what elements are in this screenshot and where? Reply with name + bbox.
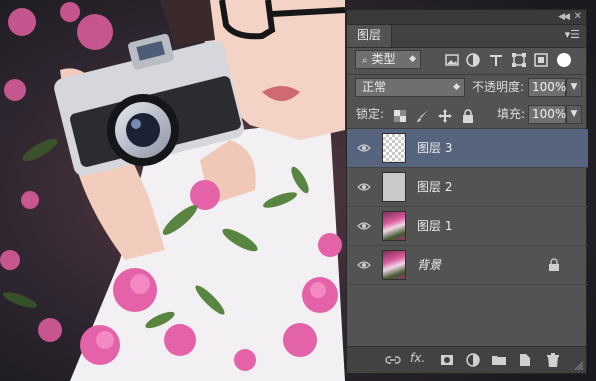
image-filter-icon[interactable] bbox=[444, 52, 460, 68]
fill-label: 填充: bbox=[497, 107, 526, 121]
layer-row[interactable]: 图层 3 bbox=[347, 129, 588, 168]
lock-move-icon[interactable] bbox=[437, 108, 453, 124]
layer-name[interactable]: 图层 3 bbox=[417, 129, 452, 167]
layer-row[interactable]: 背景 bbox=[347, 246, 588, 285]
chevron-down-icon: ▼ bbox=[570, 109, 578, 119]
chevron-down-icon: ▼ bbox=[570, 82, 578, 92]
blend-row: 正常 ◆ 不透明度: 100% ▼ bbox=[347, 75, 586, 101]
new-layer-icon[interactable] bbox=[517, 352, 533, 368]
eye-icon[interactable] bbox=[357, 141, 371, 155]
layers-list: 图层 3 图层 2 图层 1 背景 bbox=[347, 129, 588, 285]
filter-row: ⌕ 类型 ◆ bbox=[347, 47, 586, 73]
lock-transparent-icon[interactable] bbox=[392, 108, 408, 124]
blend-mode-select[interactable]: 正常 ◆ bbox=[355, 78, 465, 97]
adjustment-filter-icon[interactable] bbox=[465, 52, 481, 68]
close-icon[interactable]: ✕ bbox=[574, 10, 582, 24]
resize-grip-icon[interactable] bbox=[574, 361, 584, 371]
filter-toggle[interactable] bbox=[557, 53, 571, 67]
lock-paint-icon[interactable] bbox=[415, 108, 431, 124]
fx-icon[interactable]: fx. bbox=[410, 351, 425, 365]
lock-all-icon[interactable] bbox=[460, 108, 476, 124]
layer-thumbnail bbox=[382, 250, 406, 280]
search-icon: ⌕ bbox=[362, 55, 368, 66]
layer-thumbnail bbox=[382, 133, 406, 163]
opacity-input[interactable]: 100% bbox=[528, 78, 566, 97]
eye-icon[interactable] bbox=[357, 180, 371, 194]
adjustment-layer-icon[interactable] bbox=[465, 352, 481, 368]
updown-icon: ◆ bbox=[453, 82, 460, 92]
layer-name[interactable]: 图层 1 bbox=[417, 207, 452, 245]
filter-kind-select[interactable]: ⌕ 类型 ◆ bbox=[355, 50, 421, 69]
panel-menu-icon[interactable]: ▾☰ bbox=[565, 28, 580, 42]
collapse-icon[interactable]: ◀◀ bbox=[558, 10, 570, 24]
updown-icon: ◆ bbox=[409, 54, 416, 64]
blend-mode-value: 正常 bbox=[362, 80, 387, 94]
lock-label: 锁定: bbox=[356, 107, 385, 121]
panel-top-strip: ◀◀ ✕ bbox=[347, 10, 586, 25]
add-mask-icon[interactable] bbox=[439, 352, 455, 368]
new-group-icon[interactable] bbox=[491, 352, 507, 368]
eye-icon[interactable] bbox=[357, 219, 371, 233]
eye-icon[interactable] bbox=[357, 258, 371, 272]
smart-object-filter-icon[interactable] bbox=[533, 52, 549, 68]
filter-kind-label: 类型 bbox=[371, 52, 396, 66]
layers-panel: ◀◀ ✕ 图层 ▾☰ ⌕ 类型 ◆ 正常 ◆ 不透明度: 100% ▼ 锁定: bbox=[346, 9, 588, 374]
lock-icon bbox=[549, 258, 559, 271]
fill-dropdown[interactable]: ▼ bbox=[566, 105, 582, 124]
panel-tab-bar: 图层 ▾☰ bbox=[347, 25, 586, 48]
layer-name[interactable]: 图层 2 bbox=[417, 168, 452, 206]
type-filter-icon[interactable] bbox=[488, 52, 504, 68]
opacity-label: 不透明度: bbox=[472, 80, 525, 94]
delete-layer-icon[interactable] bbox=[545, 352, 561, 368]
layer-thumbnail bbox=[382, 211, 406, 241]
lock-row: 锁定: 填充: 100% ▼ bbox=[347, 102, 586, 128]
panel-footer: fx. bbox=[347, 346, 586, 373]
opacity-dropdown[interactable]: ▼ bbox=[566, 78, 582, 97]
tab-layers[interactable]: 图层 bbox=[347, 25, 393, 47]
link-layers-icon[interactable] bbox=[385, 352, 401, 368]
fill-input[interactable]: 100% bbox=[528, 105, 566, 124]
layer-row[interactable]: 图层 2 bbox=[347, 168, 588, 207]
shape-filter-icon[interactable] bbox=[511, 52, 527, 68]
layer-name[interactable]: 背景 bbox=[417, 246, 441, 284]
layer-row[interactable]: 图层 1 bbox=[347, 207, 588, 246]
layer-thumbnail bbox=[382, 172, 406, 202]
